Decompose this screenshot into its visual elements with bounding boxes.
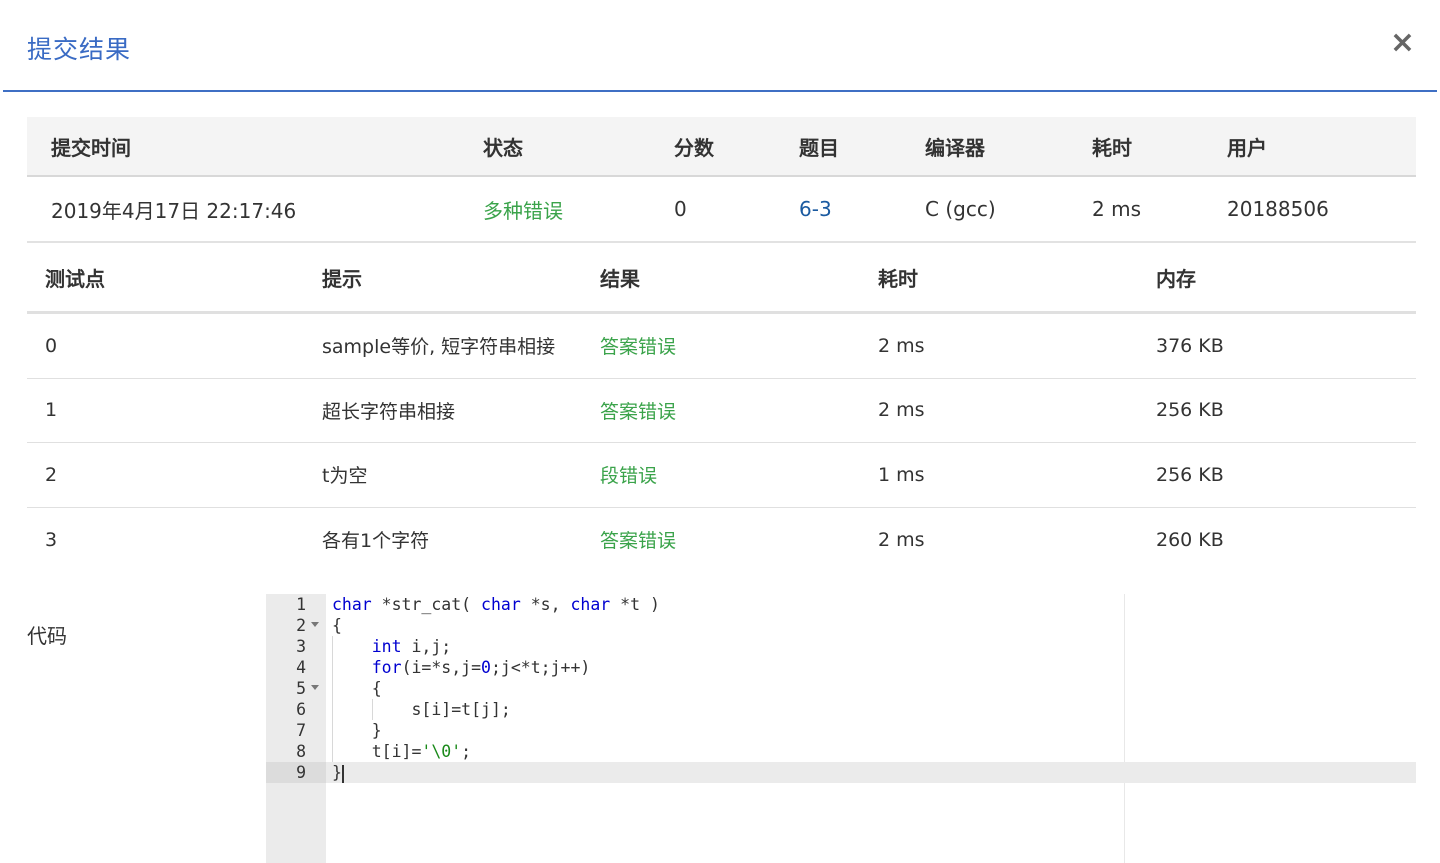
line-number: 7 (296, 721, 306, 740)
test-hint: sample等价, 短字符串相接 (322, 336, 556, 359)
header-submit-time: 提交时间 (51, 135, 131, 160)
status-badge: 多种错误 (483, 198, 563, 223)
code-text: int i,j; (371, 637, 452, 656)
test-memory: 256 KB (1156, 463, 1224, 486)
code-line: 3 int i,j; (266, 636, 1416, 657)
duration-value: 2 ms (1092, 197, 1141, 221)
line-number: 6 (296, 700, 306, 719)
summary-header-row: 提交时间 状态 分数 题目 编译器 耗时 用户 (27, 117, 1416, 177)
text-cursor (341, 764, 344, 783)
score-value: 0 (674, 197, 687, 221)
header-memory: 内存 (1156, 267, 1196, 291)
code-line: 8 t[i]='\0'; (266, 741, 1416, 762)
test-memory: 260 KB (1156, 528, 1224, 551)
code-text: { (332, 679, 382, 698)
test-id: 2 (45, 463, 58, 486)
test-memory: 256 KB (1156, 399, 1224, 422)
table-row: 1 超长字符串相接 答案错误 2 ms 256 KB (27, 379, 1416, 443)
close-icon[interactable]: × (1390, 28, 1415, 58)
test-result: 段错误 (600, 465, 658, 488)
code-editor[interactable]: 1 char *str_cat( char *s, char *t ) 2 { … (266, 594, 1416, 863)
code-text: { (332, 616, 342, 635)
fold-toggle-icon[interactable] (311, 685, 319, 690)
code-text: } (332, 763, 344, 783)
test-cases-table: 测试点 提示 结果 耗时 内存 0 sample等价, 短字符串相接 答案错误 … (27, 244, 1416, 572)
code-line: 7 } (266, 720, 1416, 741)
code-line: 2 { (266, 615, 1416, 636)
modal-header: 提交结果 × (3, 0, 1437, 92)
submission-result-modal: 提交结果 × 提交时间 状态 分数 题目 编译器 耗时 用户 2019年4月17… (0, 0, 1440, 863)
compiler-value: C (gcc) (925, 197, 996, 221)
line-number: 1 (296, 595, 306, 614)
table-row: 0 sample等价, 短字符串相接 答案错误 2 ms 376 KB (27, 314, 1416, 379)
code-label: 代码 (27, 624, 67, 648)
tests-header-row: 测试点 提示 结果 耗时 内存 (27, 244, 1416, 314)
test-result: 答案错误 (600, 530, 677, 553)
summary-data-row: 2019年4月17日 22:17:46 多种错误 0 6-3 C (gcc) 2… (27, 177, 1416, 243)
submit-time: 2019年4月17日 22:17:46 (51, 198, 297, 223)
submission-summary-table: 提交时间 状态 分数 题目 编译器 耗时 用户 2019年4月17日 22:17… (27, 117, 1416, 243)
line-number: 8 (296, 742, 306, 761)
code-text: } (332, 721, 382, 740)
fold-toggle-icon[interactable] (311, 622, 319, 627)
code-line: 5 { (266, 678, 1416, 699)
header-test-id: 测试点 (45, 267, 105, 291)
test-time: 2 ms (878, 399, 925, 422)
test-id: 0 (45, 334, 58, 357)
line-number: 9 (266, 762, 326, 783)
test-memory: 376 KB (1156, 334, 1224, 357)
header-compiler: 编译器 (925, 135, 985, 160)
user-value: 20188506 (1227, 197, 1329, 221)
header-user: 用户 (1227, 135, 1267, 160)
code-text: for(i=*s,j=0;j<*t;j++) (371, 658, 591, 677)
problem-link[interactable]: 6-3 (799, 177, 832, 241)
line-number: 3 (296, 637, 306, 656)
header-duration: 耗时 (1092, 135, 1132, 160)
test-hint: t为空 (322, 465, 368, 488)
code-text: char *str_cat( char *s, char *t ) (332, 595, 660, 614)
test-time: 2 ms (878, 334, 925, 357)
table-row: 3 各有1个字符 答案错误 2 ms 260 KB (27, 508, 1416, 573)
header-result: 结果 (600, 267, 640, 291)
code-text: s[i]=t[j]; (332, 700, 511, 719)
test-id: 3 (45, 528, 58, 551)
test-result: 答案错误 (600, 400, 677, 423)
header-score: 分数 (674, 135, 714, 160)
test-time: 1 ms (878, 463, 925, 486)
test-time: 2 ms (878, 528, 925, 551)
code-line: 6 s[i]=t[j]; (266, 699, 1416, 720)
table-row: 2 t为空 段错误 1 ms 256 KB (27, 443, 1416, 508)
code-line: 4 for(i=*s,j=0;j<*t;j++) (266, 657, 1416, 678)
test-id: 1 (45, 399, 58, 422)
test-hint: 超长字符串相接 (322, 400, 456, 423)
header-status: 状态 (483, 135, 523, 160)
line-number: 4 (296, 658, 306, 677)
header-problem: 题目 (799, 135, 839, 160)
code-line-active: 9 } (266, 762, 1416, 783)
modal-title: 提交结果 (27, 35, 132, 64)
code-line: 1 char *str_cat( char *s, char *t ) (266, 594, 1416, 615)
header-hint: 提示 (322, 267, 362, 291)
test-hint: 各有1个字符 (322, 530, 430, 553)
test-result: 答案错误 (600, 336, 677, 359)
header-time: 耗时 (878, 267, 918, 291)
code-text: t[i]='\0'; (332, 742, 472, 761)
